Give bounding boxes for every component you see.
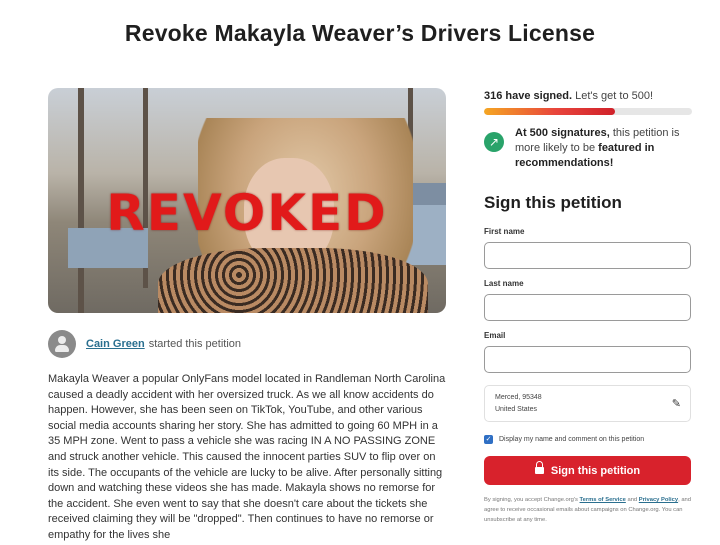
starter-name-link[interactable]: Cain Green	[86, 338, 145, 350]
milestone-callout: ↗ At 500 signatures, this petition is mo…	[484, 126, 692, 171]
sign-heading: Sign this petition	[484, 193, 622, 212]
sign-disclaimer: By signing, you accept Change.org's Term…	[484, 495, 692, 525]
sign-petition-button[interactable]: Sign this petition	[484, 456, 691, 485]
signature-goal-label: Let's get to 500!	[575, 90, 654, 102]
display-name-checkbox-label: Display my name and comment on this peti…	[499, 436, 645, 443]
last-name-label: Last name	[484, 279, 524, 288]
starter-suffix: started this petition	[148, 338, 242, 350]
disclaimer-and: and	[627, 497, 638, 503]
disclaimer-start: By signing, you accept Change.org's	[484, 497, 578, 503]
last-name-field[interactable]	[484, 294, 691, 321]
first-name-field[interactable]	[484, 242, 691, 269]
petition-image: REVOKED	[48, 88, 446, 313]
petition-body: Makayla Weaver a popular OnlyFans model …	[48, 373, 446, 541]
display-name-checkbox[interactable]: ✓	[484, 435, 493, 444]
milestone-prefix: At 500 signatures,	[515, 127, 610, 139]
signature-progress-fill	[484, 108, 616, 115]
terms-of-service-link[interactable]: Terms of Service	[580, 497, 626, 503]
email-field[interactable]	[484, 346, 691, 373]
revoked-stamp: REVOKED	[106, 184, 388, 242]
trend-up-icon: ↗	[484, 132, 504, 152]
display-name-option[interactable]: ✓ Display my name and comment on this pe…	[484, 435, 692, 444]
pencil-icon[interactable]: ✎	[672, 398, 681, 410]
page-title: Revoke Makayla Weaver’s Drivers License	[124, 20, 596, 46]
signature-count: 316 have signed. Let's get to 500!	[484, 90, 692, 102]
location-country: United States	[495, 406, 538, 413]
user-avatar-icon	[48, 330, 76, 358]
sign-sidebar: 316 have signed. Let's get to 500! ↗ At …	[484, 90, 692, 525]
location-city: Merced, 95348	[495, 394, 542, 401]
signature-progress-bar	[484, 108, 692, 115]
lock-icon	[534, 461, 544, 474]
privacy-policy-link[interactable]: Privacy Policy	[639, 497, 678, 503]
email-label: Email	[484, 331, 506, 340]
first-name-label: First name	[484, 227, 525, 236]
sign-button-label: Sign this petition	[550, 464, 641, 477]
petition-starter: Cain Green started this petition	[48, 330, 241, 358]
location-selector[interactable]: Merced, 95348 United States ✎	[484, 385, 691, 422]
signature-count-label: 316 have signed.	[484, 90, 573, 102]
